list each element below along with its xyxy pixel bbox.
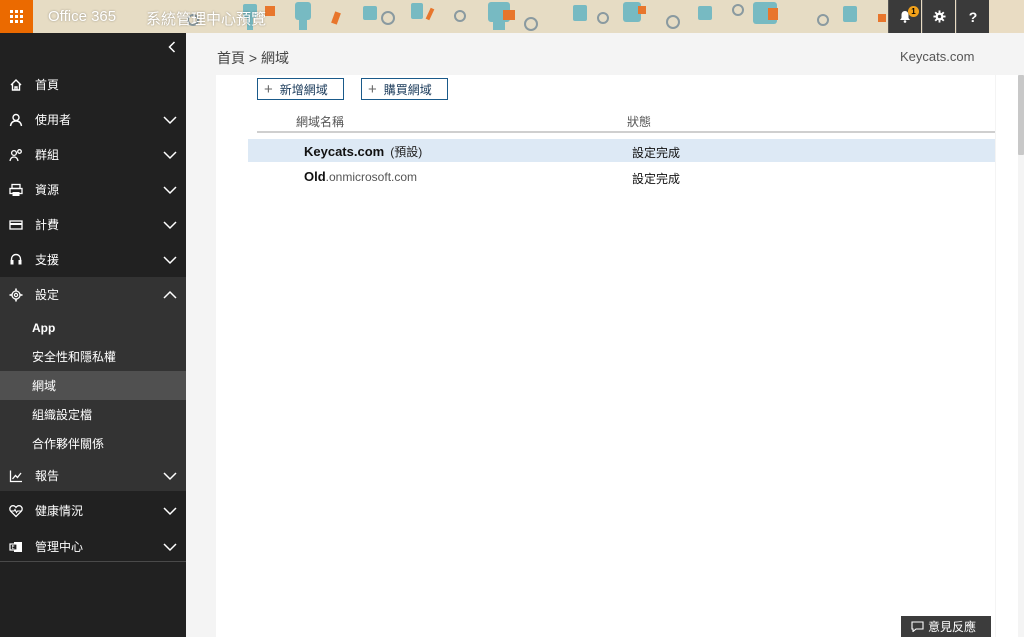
chevron-down-icon bbox=[163, 506, 177, 515]
left-navigation: 首頁 使用者 群組 資源 計費 支援 設定 App 安全性和隱私權 網域 組織設… bbox=[0, 33, 186, 637]
default-tag: (預設) bbox=[390, 145, 423, 159]
nav-groups[interactable]: 群組 bbox=[0, 137, 186, 172]
subnav-partner-relationships[interactable]: 合作夥伴關係 bbox=[0, 429, 186, 458]
nav-resources[interactable]: 資源 bbox=[0, 172, 186, 207]
table-row[interactable]: Keycats.com (預設) 設定完成 bbox=[248, 139, 995, 162]
scrollbar-thumb[interactable] bbox=[1018, 75, 1024, 155]
heart-icon bbox=[8, 503, 24, 519]
subnav-org-profile[interactable]: 組織設定檔 bbox=[0, 400, 186, 429]
nav-billing-label: 計費 bbox=[35, 218, 60, 232]
plus-icon: + bbox=[264, 80, 273, 98]
chevron-down-icon bbox=[163, 255, 177, 264]
card-icon bbox=[8, 217, 24, 233]
table-row[interactable]: Old.onmicrosoft.com 設定完成 bbox=[248, 165, 995, 188]
domains-panel: + 新增網域 + 購買網域 網域名稱 狀態 Keycats.com (預設) 設定… bbox=[216, 75, 995, 637]
top-bar: Office 365 系統管理中心預覽 1 ? bbox=[0, 0, 1024, 33]
add-domain-label: 新增網域 bbox=[279, 82, 328, 97]
nav-groups-label: 群組 bbox=[35, 148, 60, 162]
chevron-down-icon bbox=[163, 115, 177, 124]
nav-resources-label: 資源 bbox=[35, 183, 60, 197]
nav-settings-label: 設定 bbox=[35, 288, 60, 302]
group-icon bbox=[8, 147, 24, 163]
chevron-down-icon bbox=[163, 542, 177, 551]
subnav-apps[interactable]: App bbox=[0, 313, 186, 342]
nav-reports[interactable]: 報告 bbox=[0, 458, 186, 493]
subnav-security-privacy-label: 安全性和隱私權 bbox=[32, 350, 117, 364]
user-icon bbox=[8, 112, 24, 128]
collapse-nav-button[interactable] bbox=[168, 41, 176, 56]
chevron-down-icon bbox=[163, 220, 177, 229]
nav-users[interactable]: 使用者 bbox=[0, 102, 186, 137]
help-label: ? bbox=[968, 8, 978, 25]
gear-icon bbox=[8, 287, 24, 303]
app-launcher-button[interactable] bbox=[0, 0, 33, 33]
headset-icon bbox=[8, 252, 24, 268]
plus-icon: + bbox=[368, 80, 377, 98]
nav-admin-centers-label: 管理中心 bbox=[35, 540, 84, 554]
subnav-security-privacy[interactable]: 安全性和隱私權 bbox=[0, 342, 186, 371]
nav-admin-centers[interactable]: E 管理中心 bbox=[0, 529, 186, 564]
domain-name-cell: Old.onmicrosoft.com bbox=[304, 169, 417, 184]
column-header-domain-name[interactable]: 網域名稱 bbox=[296, 113, 344, 130]
domain-name-cell: Keycats.com (預設) bbox=[304, 143, 422, 160]
column-header-status[interactable]: 狀態 bbox=[627, 113, 651, 130]
table-header: 網域名稱 狀態 bbox=[257, 110, 995, 133]
nav-settings[interactable]: 設定 bbox=[0, 277, 186, 312]
buy-domain-button[interactable]: + 購買網域 bbox=[361, 78, 448, 100]
feedback-label: 意見反應 bbox=[928, 620, 977, 634]
home-icon bbox=[8, 77, 24, 93]
notifications-button[interactable]: 1 bbox=[888, 0, 921, 33]
subnav-partner-relationships-label: 合作夥伴關係 bbox=[32, 437, 105, 451]
chart-icon bbox=[8, 468, 24, 484]
app-title: 系統管理中心預覽 bbox=[146, 11, 267, 28]
subnav-org-profile-label: 組織設定檔 bbox=[32, 408, 93, 422]
chevron-down-icon bbox=[163, 471, 177, 480]
domain-name: Old bbox=[304, 169, 326, 184]
nav-health[interactable]: 健康情況 bbox=[0, 493, 186, 528]
nav-users-label: 使用者 bbox=[35, 113, 72, 127]
settings-button[interactable] bbox=[922, 0, 955, 33]
domain-name: Keycats.com bbox=[304, 144, 385, 159]
domain-status: 設定完成 bbox=[632, 146, 681, 160]
app-name[interactable]: Office 365 bbox=[48, 8, 116, 25]
scrollbar-track bbox=[996, 75, 1018, 637]
notification-badge: 1 bbox=[908, 6, 919, 17]
nav-billing[interactable]: 計費 bbox=[0, 207, 186, 242]
main-content: 首頁 > 網域 Keycats.com + 新增網域 + 購買網域 網域名稱 狀… bbox=[186, 33, 1024, 637]
comment-icon bbox=[911, 621, 924, 632]
waffle-icon bbox=[10, 10, 23, 23]
chevron-left-icon bbox=[168, 41, 176, 53]
tenant-name: Keycats.com bbox=[900, 49, 975, 64]
help-button[interactable]: ? bbox=[956, 0, 989, 33]
nav-health-label: 健康情況 bbox=[35, 504, 84, 518]
chevron-up-icon bbox=[163, 290, 177, 299]
nav-home-label: 首頁 bbox=[35, 78, 60, 92]
subnav-apps-label: App bbox=[32, 320, 56, 335]
nav-support[interactable]: 支援 bbox=[0, 242, 186, 277]
feedback-button[interactable]: 意見反應 bbox=[901, 616, 991, 637]
nav-support-label: 支援 bbox=[35, 253, 60, 267]
breadcrumb[interactable]: 首頁 > 網域 bbox=[217, 48, 289, 68]
domain-suffix: .onmicrosoft.com bbox=[325, 170, 418, 184]
svg-text:E: E bbox=[12, 545, 15, 551]
buy-domain-label: 購買網域 bbox=[383, 82, 432, 97]
nav-reports-label: 報告 bbox=[35, 469, 60, 483]
subnav-domains-label: 網域 bbox=[32, 379, 57, 393]
chevron-down-icon bbox=[163, 185, 177, 194]
chevron-down-icon bbox=[163, 150, 177, 159]
subnav-domains[interactable]: 網域 bbox=[0, 371, 186, 400]
exchange-icon: E bbox=[8, 539, 24, 555]
nav-home[interactable]: 首頁 bbox=[0, 67, 186, 102]
domain-status: 設定完成 bbox=[632, 172, 681, 186]
gear-icon bbox=[932, 10, 946, 23]
add-domain-button[interactable]: + 新增網域 bbox=[257, 78, 344, 100]
printer-icon bbox=[8, 182, 24, 198]
